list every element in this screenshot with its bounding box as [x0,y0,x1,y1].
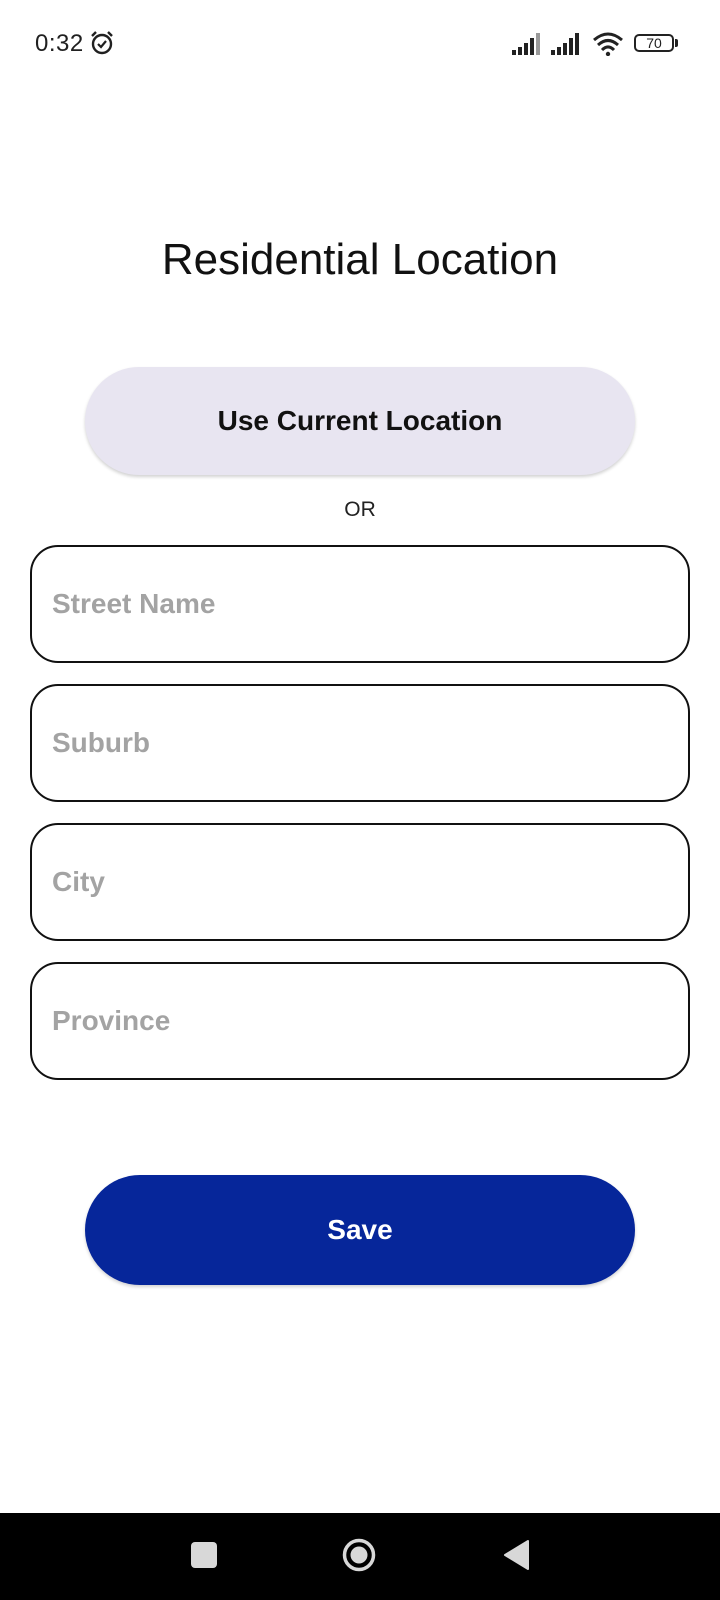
page-title: Residential Location [161,235,559,284]
home-icon[interactable] [342,1538,376,1572]
status-time: 0:32 [35,30,84,57]
battery-icon: 70 [634,34,680,54]
save-button[interactable]: Save [85,1175,635,1285]
navigation-bar [0,1513,720,1600]
status-bar: 0:32 70 [0,0,720,90]
recents-icon[interactable] [191,1542,217,1568]
use-current-location-button[interactable]: Use Current Location [85,367,635,475]
province-input[interactable] [30,962,690,1080]
signal-icon [551,33,579,55]
battery-level: 70 [646,35,662,51]
street-name-input[interactable] [30,545,690,663]
signal-icon [512,33,540,55]
or-separator: OR [344,498,376,521]
wifi-icon [593,32,623,56]
city-input[interactable] [30,823,690,941]
suburb-input[interactable] [30,684,690,802]
alarm-icon [91,31,113,55]
back-icon[interactable] [502,1539,530,1571]
